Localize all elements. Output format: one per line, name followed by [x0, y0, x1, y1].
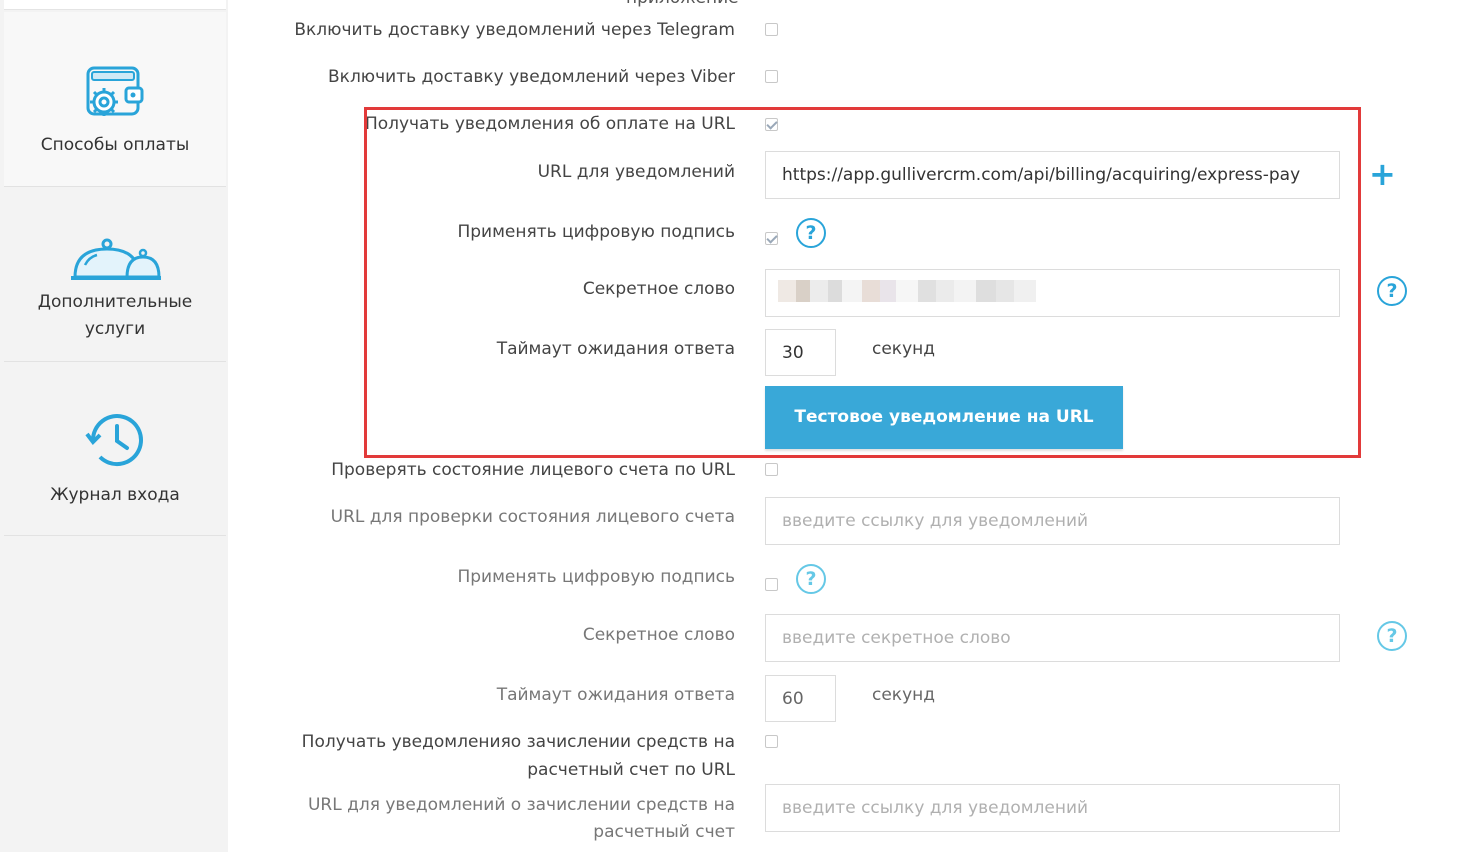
- sidebar-item-label: Способы оплаты: [40, 135, 190, 155]
- service-bell-icon: [71, 238, 161, 280]
- sign2-checkbox[interactable]: [765, 578, 778, 591]
- help-icon[interactable]: ?: [796, 564, 826, 594]
- timeout-unit: секунд: [872, 339, 936, 359]
- sidebar-item-label: Журнал входа: [50, 485, 180, 505]
- url-label: URL для уведомлений: [537, 162, 735, 182]
- credit-url-input[interactable]: введите ссылку для уведомлений: [765, 784, 1340, 832]
- sidebar-item-login-journal[interactable]: Журнал входа: [4, 362, 226, 536]
- telegram-checkbox[interactable]: [765, 23, 778, 36]
- add-url-icon[interactable]: +: [1369, 158, 1396, 190]
- sidebar-item-label: Дополнительные услуги: [37, 292, 193, 339]
- sidebar-item-additional-services[interactable]: Дополнительные услуги: [4, 187, 226, 362]
- check-url-label: URL для проверки состояния лицевого счет…: [330, 507, 735, 527]
- check-account-checkbox[interactable]: [765, 463, 778, 476]
- wallet-gear-icon: [86, 66, 144, 116]
- notification-url-input[interactable]: https://app.gullivercrm.com/api/billing/…: [765, 151, 1340, 199]
- credit-notify-checkbox[interactable]: [765, 735, 778, 748]
- pay-notify-label: Получать уведомления об оплате на URL: [364, 114, 735, 134]
- help-icon[interactable]: ?: [1377, 621, 1407, 651]
- timeout-label: Таймаут ожидания ответа: [496, 339, 735, 359]
- check-account-label: Проверять состояние лицевого счета по UR…: [331, 460, 735, 480]
- sign-label: Применять цифровую подпись: [457, 222, 735, 242]
- sidebar: Способы оплаты Дополнительные услуги Жур…: [0, 0, 228, 852]
- test-notification-button[interactable]: Тестовое уведомление на URL: [765, 386, 1123, 449]
- credit-url-label-2: расчетный счет: [593, 822, 735, 842]
- secret2-label: Секретное слово: [582, 625, 735, 645]
- telegram-label: Включить доставку уведомлений через Tele…: [294, 20, 735, 40]
- redacted-secret: [778, 280, 1036, 302]
- secret2-input[interactable]: введите секретное слово: [765, 614, 1340, 662]
- sign2-label: Применять цифровую подпись: [457, 567, 735, 587]
- sidebar-item-payment-methods[interactable]: Способы оплаты: [4, 12, 226, 187]
- timeout2-label: Таймаут ожидания ответа: [496, 685, 735, 705]
- credit-url-label: URL для уведомлений о зачислении средств…: [307, 795, 735, 815]
- credit-notify-label-2: расчетный счет по URL: [527, 760, 735, 780]
- help-icon[interactable]: ?: [796, 218, 826, 248]
- timeout2-input[interactable]: 60: [765, 675, 836, 722]
- viber-checkbox[interactable]: [765, 70, 778, 83]
- credit-notify-label: Получать уведомленияо зачислении средств…: [301, 732, 735, 752]
- timeout-input[interactable]: 30: [765, 329, 836, 376]
- timeout2-unit: секунд: [872, 685, 936, 705]
- sidebar-top-item[interactable]: [4, 0, 226, 10]
- cut-off-label: приложение: [626, 0, 739, 8]
- check-url-input[interactable]: введите ссылку для уведомлений: [765, 497, 1340, 545]
- secret-label: Секретное слово: [582, 279, 735, 299]
- pay-notify-checkbox[interactable]: [765, 118, 778, 131]
- help-icon[interactable]: ?: [1377, 276, 1407, 306]
- viber-label: Включить доставку уведомлений через Vibe…: [328, 67, 735, 87]
- history-clock-icon: [85, 414, 143, 467]
- sign-checkbox[interactable]: [765, 232, 778, 245]
